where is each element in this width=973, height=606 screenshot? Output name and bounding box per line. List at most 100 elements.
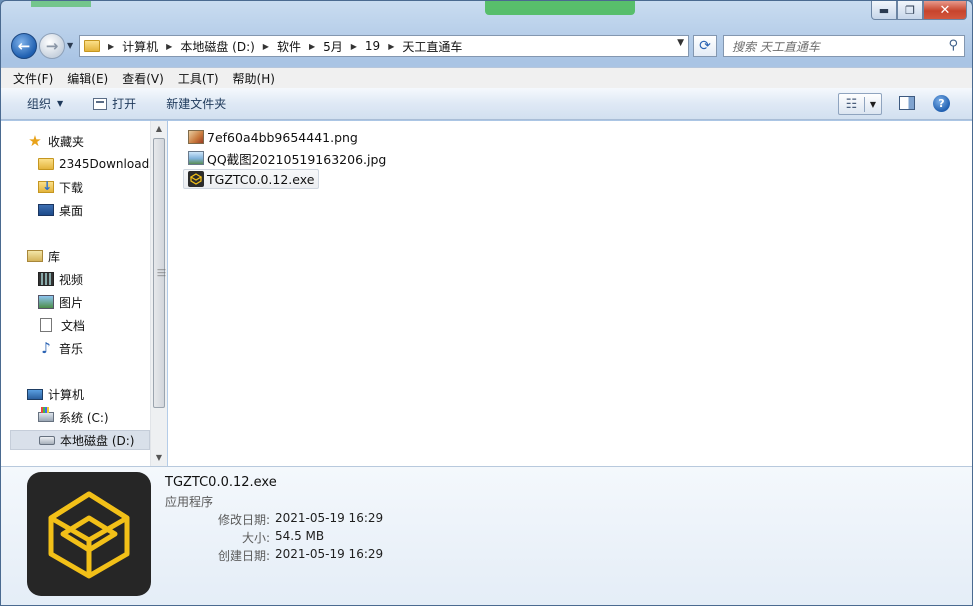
chevron-right-icon[interactable]: ▶ — [351, 42, 357, 51]
detail-modified-row: 修改日期: 2021-05-19 16:29 — [165, 511, 405, 528]
scroll-up-icon[interactable]: ▲ — [151, 121, 167, 137]
search-icon[interactable]: ⚲ — [948, 38, 958, 53]
organize-button[interactable]: 组织 ▼ — [27, 95, 63, 112]
back-button[interactable]: ← — [11, 33, 37, 59]
nav-label: 桌面 — [59, 203, 84, 218]
nav-item-documents[interactable]: 文档 — [40, 315, 85, 335]
nav-label: 2345Downloads — [59, 157, 150, 171]
computer-icon — [27, 388, 43, 400]
preview-pane-icon[interactable] — [899, 96, 915, 110]
address-bar[interactable]: ▶ 计算机 ▶ 本地磁盘 (D:) ▶ 软件 ▶ 5月 ▶ 19 ▶ 天工直通车… — [79, 35, 689, 57]
chevron-down-icon: ▼ — [57, 99, 64, 108]
nav-item-downloads[interactable]: 下载 — [38, 177, 83, 197]
caption-buttons: ▬ ❐ ✕ — [871, 1, 967, 20]
refresh-button[interactable]: ⟳ — [693, 35, 717, 57]
nav-computer[interactable]: 计算机 — [27, 384, 84, 404]
nav-label: 下载 — [59, 180, 84, 195]
arrow-right-icon: → — [45, 37, 59, 55]
menu-tools[interactable]: 工具(T) — [178, 70, 219, 87]
search-input[interactable]: 搜索 天工直通车 ⚲ — [723, 35, 965, 57]
nav-label: 视频 — [59, 272, 84, 287]
folder-icon — [84, 40, 100, 52]
detail-created-row: 创建日期: 2021-05-19 16:29 — [165, 547, 405, 564]
menu-file[interactable]: 文件(F) — [13, 70, 53, 87]
chevron-right-icon[interactable]: ▶ — [166, 42, 172, 51]
nav-label: 收藏夹 — [48, 134, 85, 149]
background-decoration — [31, 1, 91, 7]
background-decoration — [485, 1, 635, 15]
view-details-icon[interactable]: ☷ — [839, 96, 865, 112]
open-button[interactable]: 打开 — [93, 95, 136, 112]
nav-label: 计算机 — [48, 387, 85, 402]
drive-icon — [39, 435, 55, 445]
breadcrumb-current-folder[interactable]: 天工直通车 — [402, 38, 462, 55]
scrollbar-thumb[interactable]: — — — — [153, 138, 166, 408]
history-dropdown-icon[interactable]: ▼ — [67, 41, 73, 50]
arrow-left-icon: ← — [17, 37, 31, 55]
nav-item-drive-d[interactable]: 本地磁盘 (D:) — [10, 430, 150, 450]
minimize-button[interactable]: ▬ — [871, 1, 897, 20]
nav-item-desktop[interactable]: 桌面 — [38, 200, 83, 220]
detail-label: 修改日期: — [217, 513, 270, 527]
breadcrumb-software[interactable]: 软件 — [277, 38, 301, 55]
nav-label: 音乐 — [59, 341, 84, 356]
command-bar: 组织 ▼ 打开 新建文件夹 ☷ ▼ ? — [1, 88, 972, 120]
file-item-png[interactable]: 7ef60a4bb9654441.png — [184, 127, 362, 147]
grip-icon: — — — — [157, 265, 166, 281]
nav-label: 系统 (C:) — [59, 410, 109, 425]
menu-help[interactable]: 帮助(H) — [233, 70, 275, 87]
detail-value: 2021-05-19 16:29 — [275, 547, 384, 561]
nav-favorites[interactable]: ★ 收藏夹 — [27, 131, 84, 151]
app-logo-icon — [27, 472, 151, 596]
jpg-icon — [188, 151, 204, 165]
close-button[interactable]: ✕ — [923, 1, 967, 20]
chevron-down-icon[interactable]: ▼ — [865, 100, 881, 109]
file-name: QQ截图20210519163206.jpg — [207, 151, 387, 167]
nav-label: 文档 — [61, 318, 86, 333]
scroll-down-icon[interactable]: ▼ — [151, 450, 167, 466]
detail-file-name: TGZTC0.0.12.exe — [165, 475, 277, 490]
nav-item-pictures[interactable]: 图片 — [38, 292, 83, 312]
chevron-right-icon[interactable]: ▶ — [388, 42, 394, 51]
nav-scrollbar[interactable]: ▲ — — — ▼ — [150, 121, 167, 466]
nav-item-videos[interactable]: 视频 — [38, 269, 83, 289]
chevron-right-icon[interactable]: ▶ — [309, 42, 315, 51]
nav-item-drive-c[interactable]: 系统 (C:) — [38, 407, 109, 427]
nav-item-2345downloads[interactable]: 2345Downloads — [38, 154, 150, 174]
help-icon[interactable]: ? — [933, 95, 950, 112]
pictures-icon — [38, 295, 54, 309]
nav-label: 图片 — [59, 295, 84, 310]
forward-button[interactable]: → — [39, 33, 65, 59]
document-icon — [40, 318, 52, 332]
detail-value: 54.5 MB — [275, 529, 325, 543]
change-view-button[interactable]: ☷ ▼ — [838, 93, 882, 115]
navigation-pane: ★ 收藏夹 2345Downloads 下载 桌面 库 视频 图片 — [1, 121, 167, 466]
address-dropdown-icon[interactable]: ▼ — [677, 38, 684, 48]
breadcrumb-may[interactable]: 5月 — [323, 38, 343, 55]
maximize-button[interactable]: ❐ — [897, 1, 923, 20]
details-pane: TGZTC0.0.12.exe 应用程序 修改日期: 2021-05-19 16… — [1, 466, 972, 605]
desktop-icon — [38, 204, 54, 216]
file-item-jpg[interactable]: QQ截图20210519163206.jpg — [184, 148, 390, 168]
system-drive-icon — [38, 407, 54, 422]
breadcrumb-computer[interactable]: 计算机 — [122, 38, 158, 55]
star-icon: ★ — [28, 132, 42, 150]
navigation-row: ← → ▼ ▶ 计算机 ▶ 本地磁盘 (D:) ▶ 软件 ▶ 5月 ▶ 19 ▶… — [1, 29, 972, 65]
explorer-window: ▬ ❐ ✕ ← → ▼ ▶ 计算机 ▶ 本地磁盘 (D:) ▶ 软件 ▶ 5月 … — [0, 0, 973, 606]
menu-view[interactable]: 查看(V) — [122, 70, 164, 87]
breadcrumb-19[interactable]: 19 — [365, 39, 380, 53]
detail-value: 2021-05-19 16:29 — [275, 511, 384, 525]
open-icon — [93, 97, 108, 110]
exe-icon — [188, 171, 204, 187]
library-icon — [27, 250, 43, 262]
chevron-right-icon[interactable]: ▶ — [108, 42, 114, 51]
nav-item-music[interactable]: ♪ 音乐 — [38, 338, 83, 358]
file-item-exe[interactable]: TGZTC0.0.12.exe — [183, 169, 320, 189]
file-list: 7ef60a4bb9654441.png QQ截图20210519163206.… — [168, 121, 972, 466]
organize-label: 组织 — [27, 97, 52, 111]
chevron-right-icon[interactable]: ▶ — [263, 42, 269, 51]
breadcrumb-drive-d[interactable]: 本地磁盘 (D:) — [180, 38, 254, 55]
new-folder-button[interactable]: 新建文件夹 — [166, 95, 226, 112]
nav-libraries[interactable]: 库 — [27, 246, 60, 266]
menu-edit[interactable]: 编辑(E) — [67, 70, 108, 87]
